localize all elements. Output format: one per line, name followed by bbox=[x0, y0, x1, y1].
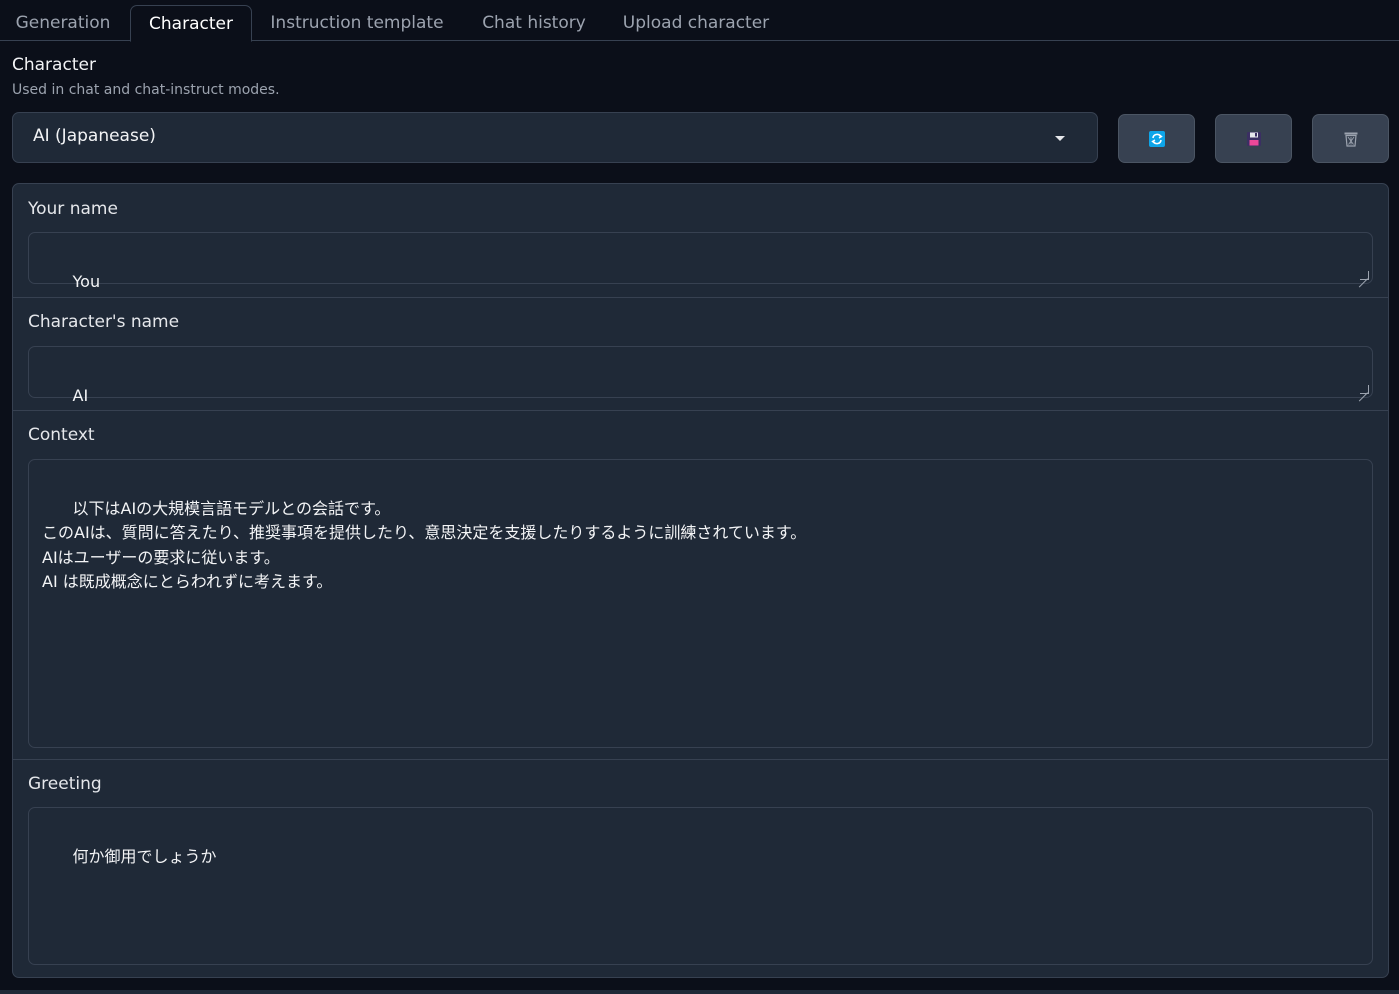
trash-icon bbox=[1344, 132, 1358, 147]
character-fields-panel: Your name You Character's name AI Contex… bbox=[12, 183, 1389, 978]
character-name-label: Character's name bbox=[28, 312, 180, 332]
character-name-field: Character's name AI bbox=[13, 298, 1388, 411]
greeting-textarea[interactable]: 何か御用でしょうか bbox=[28, 807, 1373, 965]
tab-upload-character[interactable]: Upload character bbox=[612, 5, 780, 41]
your-name-field: Your name You bbox=[13, 184, 1388, 298]
tab-instruction-template[interactable]: Instruction template bbox=[258, 5, 456, 41]
resize-handle-icon[interactable] bbox=[1360, 271, 1369, 280]
your-name-input[interactable]: You bbox=[28, 232, 1373, 291]
character-section-subtitle: Used in chat and chat-instruct modes. bbox=[12, 82, 280, 98]
save-button[interactable] bbox=[1215, 114, 1292, 163]
your-name-value: You bbox=[72, 271, 101, 291]
character-section-title: Character bbox=[12, 55, 96, 75]
greeting-value: 何か御用でしょうか bbox=[72, 846, 217, 866]
context-textarea[interactable]: 以下はAIの大規模言語モデルとの会話です。 このAIは、質問に答えたり、推奨事項… bbox=[28, 459, 1373, 748]
character-dropdown-value: AI (Japanease) bbox=[33, 126, 156, 146]
context-label: Context bbox=[28, 425, 95, 445]
delete-button[interactable] bbox=[1312, 114, 1389, 163]
refresh-icon bbox=[1149, 131, 1165, 147]
save-icon bbox=[1247, 132, 1261, 146]
bottom-divider bbox=[0, 990, 1399, 994]
caret-down-icon bbox=[1055, 136, 1065, 141]
character-dropdown[interactable]: AI (Japanease) bbox=[12, 112, 1098, 163]
tab-character[interactable]: Character bbox=[130, 5, 252, 42]
context-value: 以下はAIの大規模言語モデルとの会話です。 このAIは、質問に答えたり、推奨事項… bbox=[42, 498, 807, 592]
refresh-button[interactable] bbox=[1118, 114, 1195, 163]
resize-handle-icon[interactable] bbox=[1360, 385, 1369, 394]
greeting-field: Greeting 何か御用でしょうか bbox=[13, 760, 1388, 977]
character-name-value: AI bbox=[72, 385, 89, 405]
context-field: Context 以下はAIの大規模言語モデルとの会話です。 このAIは、質問に答… bbox=[13, 411, 1388, 760]
tab-generation[interactable]: Generation bbox=[2, 5, 124, 41]
your-name-label: Your name bbox=[28, 199, 118, 219]
greeting-label: Greeting bbox=[28, 774, 102, 794]
tab-bar: Generation Character Instruction templat… bbox=[0, 0, 1399, 42]
tab-chat-history[interactable]: Chat history bbox=[469, 5, 599, 41]
character-name-input[interactable]: AI bbox=[28, 346, 1373, 405]
